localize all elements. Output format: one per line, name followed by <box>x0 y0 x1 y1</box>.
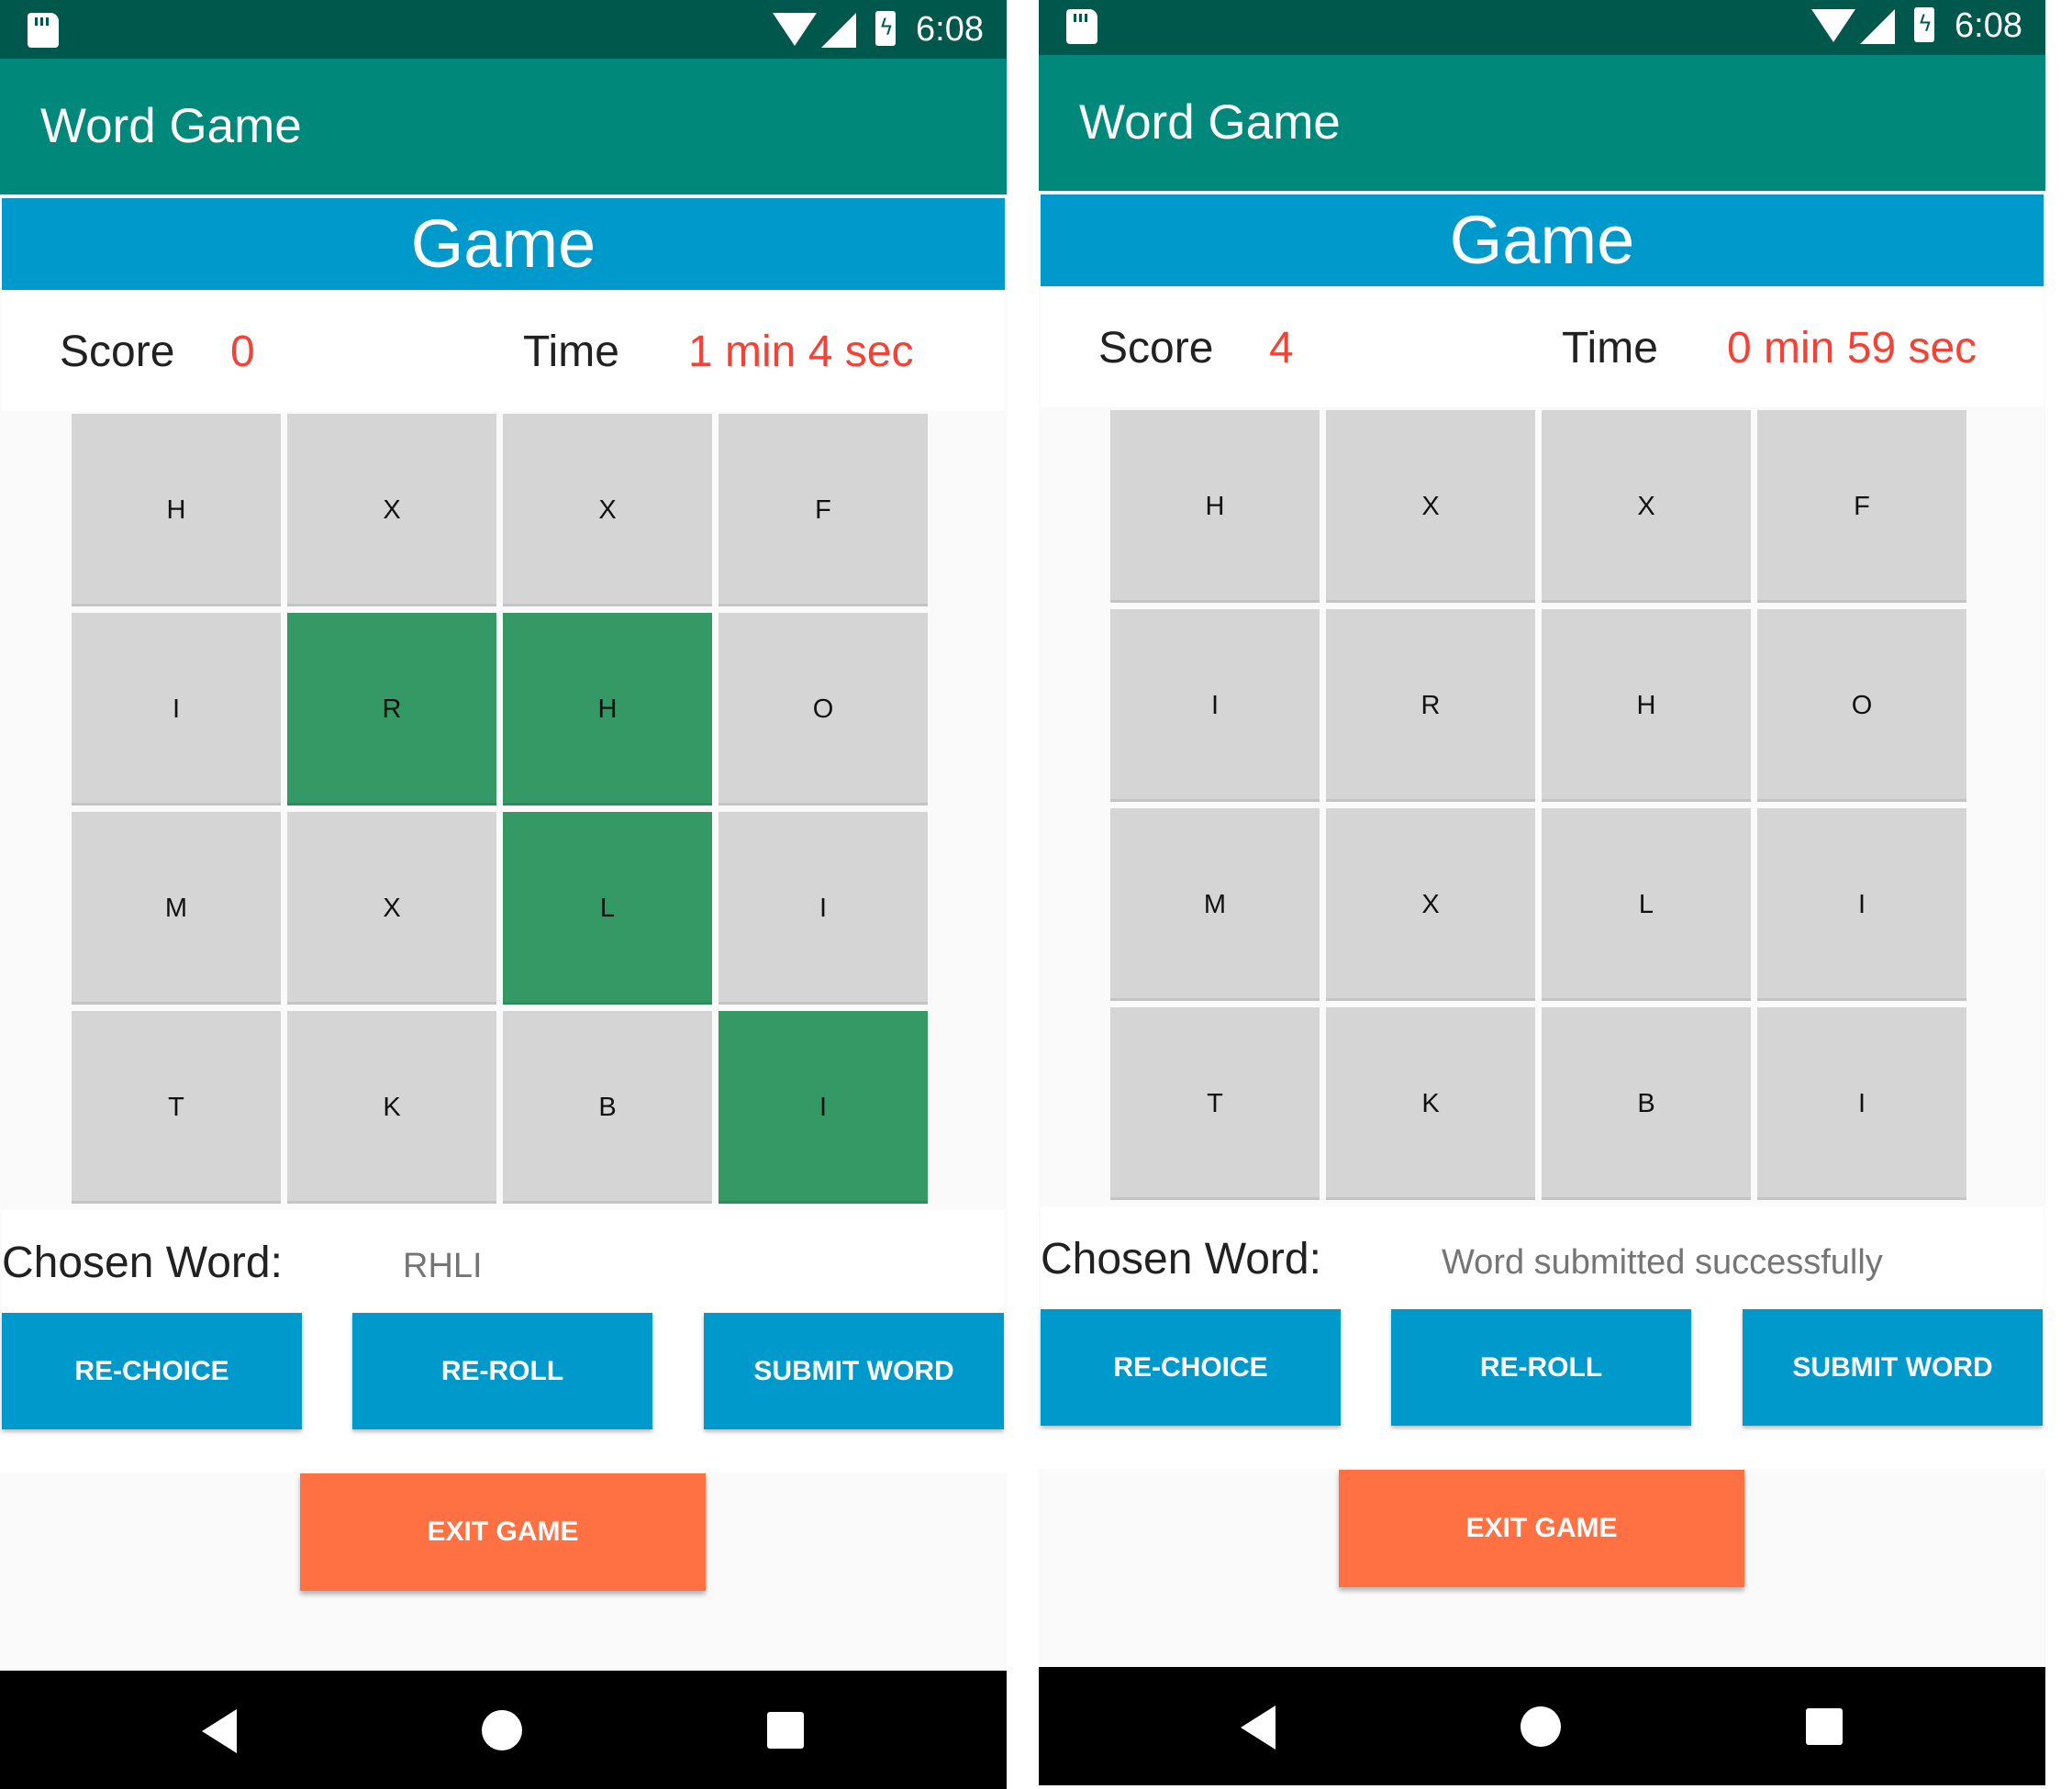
letter-tile[interactable]: I <box>1757 808 1966 1001</box>
score-value: 4 <box>1269 324 1294 372</box>
letter-grid: HXXFIRHOMXLITKBI <box>72 414 935 1210</box>
status-bar: 6:08 <box>0 0 1007 59</box>
phone-screen-left: 6:08 Word Game Game Score 0 Time 1 min 4… <box>0 0 1007 1789</box>
status-clock: 6:08 <box>916 10 984 49</box>
app-title: Word Game <box>1079 95 1341 150</box>
letter-tile[interactable]: L <box>503 812 712 1005</box>
chosen-word-label: Chosen Word: <box>2 1239 283 1287</box>
exit-game-button[interactable]: EXIT GAME <box>300 1473 706 1591</box>
letter-tile[interactable]: L <box>1542 808 1751 1001</box>
app-bar: Word Game <box>1039 55 2045 191</box>
letter-tile[interactable]: B <box>503 1011 712 1204</box>
game-header: Game <box>2 198 1005 290</box>
score-label: Score <box>1098 324 1214 372</box>
submit-word-button[interactable]: SUBMIT WORD <box>1743 1309 2043 1426</box>
back-icon[interactable] <box>1241 1706 1276 1750</box>
letter-tile[interactable]: O <box>719 613 928 806</box>
letter-tile[interactable]: R <box>1326 609 1535 802</box>
app-title: Word Game <box>40 99 302 153</box>
wifi-icon <box>773 13 817 46</box>
letter-tile[interactable]: R <box>287 613 496 806</box>
letter-tile[interactable]: X <box>1326 808 1535 1001</box>
recents-icon[interactable] <box>767 1712 804 1749</box>
home-icon[interactable] <box>1521 1706 1561 1747</box>
back-icon[interactable] <box>202 1709 237 1753</box>
time-value: 1 min 4 sec <box>688 328 914 376</box>
navigation-bar <box>1039 1667 2045 1785</box>
phone-screen-right: 6:08 Word Game Game Score 4 Time 0 min 5… <box>1039 0 2045 1785</box>
letter-tile[interactable]: I <box>719 812 928 1005</box>
letter-grid: HXXFIRHOMXLITKBI <box>1110 410 1974 1206</box>
navigation-bar <box>0 1671 1007 1789</box>
letter-tile[interactable]: B <box>1542 1007 1751 1200</box>
score-time-row: Score 0 Time 1 min 4 sec <box>2 292 1005 411</box>
sd-card-icon <box>1066 9 1097 44</box>
letter-tile[interactable]: T <box>1110 1007 1320 1200</box>
chosen-word-value: RHLI <box>403 1247 483 1285</box>
letter-tile[interactable]: K <box>1326 1007 1535 1200</box>
letter-tile[interactable]: F <box>1757 410 1966 603</box>
letter-tile[interactable]: H <box>503 613 712 806</box>
status-bar: 6:08 <box>1039 0 2045 55</box>
letter-tile[interactable]: X <box>287 812 496 1005</box>
letter-tile[interactable]: X <box>1326 410 1535 603</box>
action-buttons: RE-CHOICE RE-ROLL SUBMIT WORD <box>0 1311 1007 1472</box>
recents-icon[interactable] <box>1806 1708 1843 1745</box>
letter-tile[interactable]: H <box>1542 609 1751 802</box>
wifi-icon <box>1811 9 1855 42</box>
letter-tile[interactable]: H <box>72 414 281 606</box>
chosen-word-label: Chosen Word: <box>1041 1235 1321 1283</box>
signal-icon <box>821 13 856 48</box>
letter-tile[interactable]: X <box>287 414 496 606</box>
app-bar: Word Game <box>0 59 1007 194</box>
re-roll-button[interactable]: RE-ROLL <box>1391 1309 1691 1426</box>
chosen-word-row: Chosen Word: Word submitted successfully <box>1041 1206 2044 1307</box>
score-time-row: Score 4 Time 0 min 59 sec <box>1041 288 2044 407</box>
chosen-word-value: Word submitted successfully <box>1442 1243 1883 1282</box>
letter-tile[interactable]: T <box>72 1011 281 1204</box>
time-label: Time <box>523 328 619 376</box>
re-roll-button[interactable]: RE-ROLL <box>352 1313 652 1429</box>
chosen-word-row: Chosen Word: RHLI <box>2 1210 1005 1311</box>
letter-tile[interactable]: X <box>503 414 712 606</box>
letter-tile[interactable]: I <box>72 613 281 806</box>
action-buttons: RE-CHOICE RE-ROLL SUBMIT WORD <box>1039 1307 2045 1469</box>
time-value: 0 min 59 sec <box>1727 324 1977 372</box>
re-choice-button[interactable]: RE-CHOICE <box>1041 1309 1341 1426</box>
letter-tile[interactable]: O <box>1757 609 1966 802</box>
game-header: Game <box>1041 194 2044 286</box>
submit-word-button[interactable]: SUBMIT WORD <box>704 1313 1004 1429</box>
letter-tile[interactable]: M <box>72 812 281 1005</box>
exit-game-button[interactable]: EXIT GAME <box>1339 1470 1744 1587</box>
sd-card-icon <box>28 13 59 48</box>
re-choice-button[interactable]: RE-CHOICE <box>2 1313 302 1429</box>
letter-tile[interactable]: F <box>719 414 928 606</box>
time-label: Time <box>1562 324 1658 372</box>
letter-tile[interactable]: M <box>1110 808 1320 1001</box>
score-label: Score <box>60 328 175 376</box>
letter-tile[interactable]: H <box>1110 410 1320 603</box>
letter-tile[interactable]: I <box>1757 1007 1966 1200</box>
battery-charging-icon <box>875 11 896 46</box>
signal-icon <box>1860 9 1895 44</box>
letter-tile[interactable]: I <box>719 1011 928 1204</box>
letter-tile[interactable]: K <box>287 1011 496 1204</box>
letter-tile[interactable]: X <box>1542 410 1751 603</box>
home-icon[interactable] <box>482 1710 522 1750</box>
battery-charging-icon <box>1914 7 1934 42</box>
status-clock: 6:08 <box>1955 6 2022 45</box>
score-value: 0 <box>230 328 255 376</box>
letter-tile[interactable]: I <box>1110 609 1320 802</box>
